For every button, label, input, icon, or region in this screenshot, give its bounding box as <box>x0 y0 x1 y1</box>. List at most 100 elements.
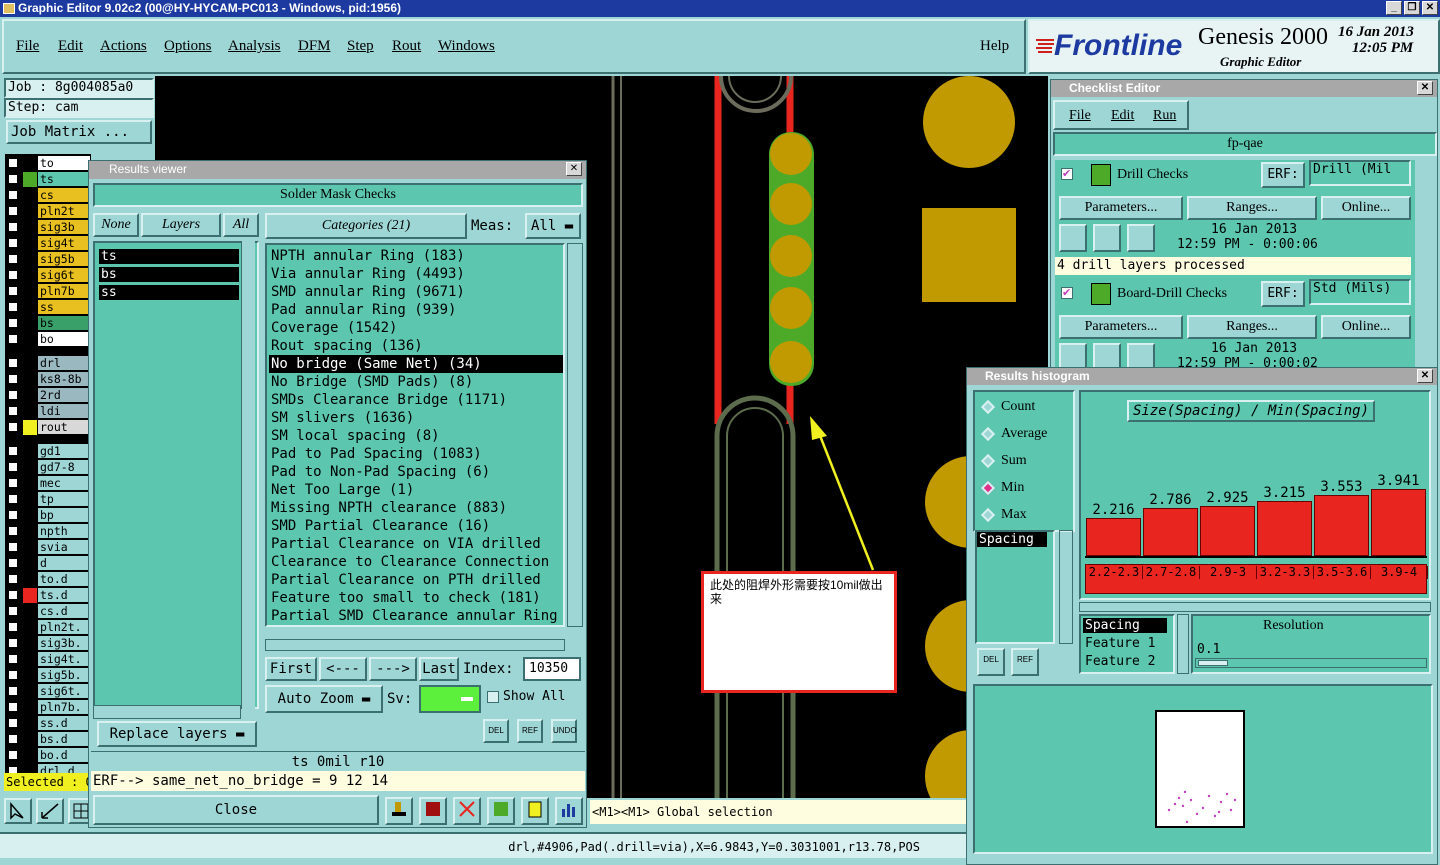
check-enable-checkbox[interactable]: ✔ <box>1061 287 1073 299</box>
histogram-bar[interactable] <box>1200 506 1255 556</box>
layer-checkbox[interactable] <box>7 333 19 345</box>
category-item[interactable]: Feature too small to check (181) <box>269 589 563 607</box>
menu-analysis[interactable]: Analysis <box>228 38 281 55</box>
layer-row[interactable]: npth <box>5 524 90 539</box>
layer-checkbox[interactable] <box>7 493 19 505</box>
layer-row[interactable]: bo.d <box>5 748 90 763</box>
category-item[interactable]: Pad to Non-Pad Spacing (6) <box>269 463 563 481</box>
menu-help[interactable]: Help <box>980 38 1009 55</box>
layer-row[interactable]: ss <box>5 300 90 315</box>
mode-radio-average[interactable]: Average <box>979 425 1069 445</box>
category-item[interactable]: Via annular Ring (4493) <box>269 265 563 283</box>
checklist-menu-file[interactable]: File <box>1069 108 1091 124</box>
layer-row[interactable]: gd1 <box>5 444 90 459</box>
menu-actions[interactable]: Actions <box>100 38 147 55</box>
histogram-bar[interactable] <box>1143 508 1198 556</box>
layer-checkbox[interactable] <box>7 573 19 585</box>
layer-row[interactable]: sig3b. <box>5 636 90 651</box>
tool-numbers-icon[interactable] <box>487 797 515 825</box>
layer-checkbox[interactable] <box>7 653 19 665</box>
ranges-button[interactable]: Ranges... <box>1187 196 1317 220</box>
field-scrollbar[interactable] <box>1059 530 1073 644</box>
mode-radio-count[interactable]: Count <box>979 398 1069 418</box>
tool-select-icon[interactable] <box>4 798 32 824</box>
category-item[interactable]: No Bridge (SMD Pads) (8) <box>269 373 563 391</box>
layer-row[interactable]: pln2t <box>5 204 90 219</box>
layer-row[interactable]: cs.d <box>5 604 90 619</box>
results-viewer-close-icon[interactable]: ✕ <box>566 162 582 176</box>
menu-file[interactable]: File <box>16 38 39 55</box>
layer-list-hscrollbar[interactable] <box>93 705 241 719</box>
layer-checkbox[interactable] <box>7 525 19 537</box>
layer-row[interactable]: to <box>5 156 90 171</box>
category-item[interactable]: Partial SMD Clearance annular Ring <box>269 607 563 625</box>
maximize-icon[interactable]: ❐ <box>1404 1 1420 15</box>
layer-checkbox[interactable] <box>7 461 19 473</box>
layer-checkbox[interactable] <box>7 685 19 697</box>
layer-row[interactable]: pln7b <box>5 284 90 299</box>
category-item[interactable]: NPTH annular Ring (183) <box>269 247 563 265</box>
category-item[interactable]: Clearance to Clearance Connection <box>269 553 563 571</box>
layer-list-scrollbar[interactable] <box>241 241 255 709</box>
layer-checkbox[interactable] <box>7 253 19 265</box>
layer-row[interactable]: drl <box>5 356 90 371</box>
layer-row[interactable]: bs.d <box>5 732 90 747</box>
run-step-icon[interactable] <box>1093 224 1121 252</box>
layer-row[interactable]: sig5b <box>5 252 90 267</box>
histogram-bar[interactable] <box>1257 501 1312 556</box>
layer-row[interactable]: bs <box>5 316 90 331</box>
online-button[interactable]: Online... <box>1321 315 1411 339</box>
layer-row[interactable]: sig5b. <box>5 668 90 683</box>
feature-item[interactable]: Spacing <box>1083 618 1167 633</box>
category-item[interactable]: SMD Partial Clearance (16) <box>269 517 563 535</box>
feature-item[interactable]: Feature 1 <box>1083 636 1167 651</box>
run-stop-icon[interactable] <box>1127 343 1155 368</box>
menu-rout[interactable]: Rout <box>392 38 421 55</box>
show-all-checkbox[interactable] <box>487 691 499 703</box>
layer-row[interactable]: ss.d <box>5 716 90 731</box>
layer-row[interactable]: pln2t. <box>5 620 90 635</box>
layer-row[interactable]: sig6t. <box>5 684 90 699</box>
ranges-button[interactable]: Ranges... <box>1187 315 1317 339</box>
menu-windows[interactable]: Windows <box>438 38 495 55</box>
layer-row[interactable]: bo <box>5 332 90 347</box>
categories-tab[interactable]: Categories (21) <box>265 213 467 239</box>
layer-row[interactable]: sig4t <box>5 236 90 251</box>
layer-row[interactable]: svia <box>5 540 90 555</box>
meas-select[interactable]: All ▬ <box>525 213 581 239</box>
job-matrix-button[interactable]: Job Matrix ... <box>6 120 152 144</box>
run-step-icon[interactable] <box>1093 343 1121 368</box>
none-button[interactable]: None <box>93 213 139 237</box>
category-scrollbar[interactable] <box>567 243 583 627</box>
layer-checkbox[interactable] <box>7 237 19 249</box>
undo-button[interactable]: UNDO <box>551 719 577 743</box>
results-layer-item[interactable]: bs <box>99 267 239 282</box>
field-item[interactable]: Spacing <box>977 532 1047 547</box>
layer-row[interactable]: ldi <box>5 404 90 419</box>
layer-checkbox[interactable] <box>7 405 19 417</box>
auto-zoom-select[interactable]: Auto Zoom ▬ <box>265 685 383 713</box>
mode-radio-sum[interactable]: Sum <box>979 452 1069 472</box>
layer-row[interactable]: sig6t <box>5 268 90 283</box>
close-icon[interactable]: ✕ <box>1422 1 1438 15</box>
layer-checkbox[interactable] <box>7 477 19 489</box>
menu-step[interactable]: Step <box>347 38 374 55</box>
category-item[interactable]: Partial Clearance on PTH drilled <box>269 571 563 589</box>
category-item[interactable]: SM slivers (1636) <box>269 409 563 427</box>
histogram-bar[interactable] <box>1314 495 1369 556</box>
layer-row[interactable]: sig3b <box>5 220 90 235</box>
tool-stop-icon[interactable] <box>419 797 447 825</box>
layer-checkbox[interactable] <box>7 205 19 217</box>
layer-row[interactable]: d <box>5 556 90 571</box>
checklist-menu-edit[interactable]: Edit <box>1111 108 1134 124</box>
layer-checkbox[interactable] <box>7 557 19 569</box>
layer-row[interactable]: to.d <box>5 572 90 587</box>
tool-measure-icon[interactable] <box>36 798 64 824</box>
parameters-button[interactable]: Parameters... <box>1059 196 1183 220</box>
menu-dfm[interactable]: DFM <box>298 38 331 55</box>
layer-row[interactable]: sig4t. <box>5 652 90 667</box>
next-button[interactable]: ---> <box>369 657 417 681</box>
del-button[interactable]: DEL <box>483 719 509 743</box>
layer-checkbox[interactable] <box>7 733 19 745</box>
layer-row[interactable]: 2rd <box>5 388 90 403</box>
